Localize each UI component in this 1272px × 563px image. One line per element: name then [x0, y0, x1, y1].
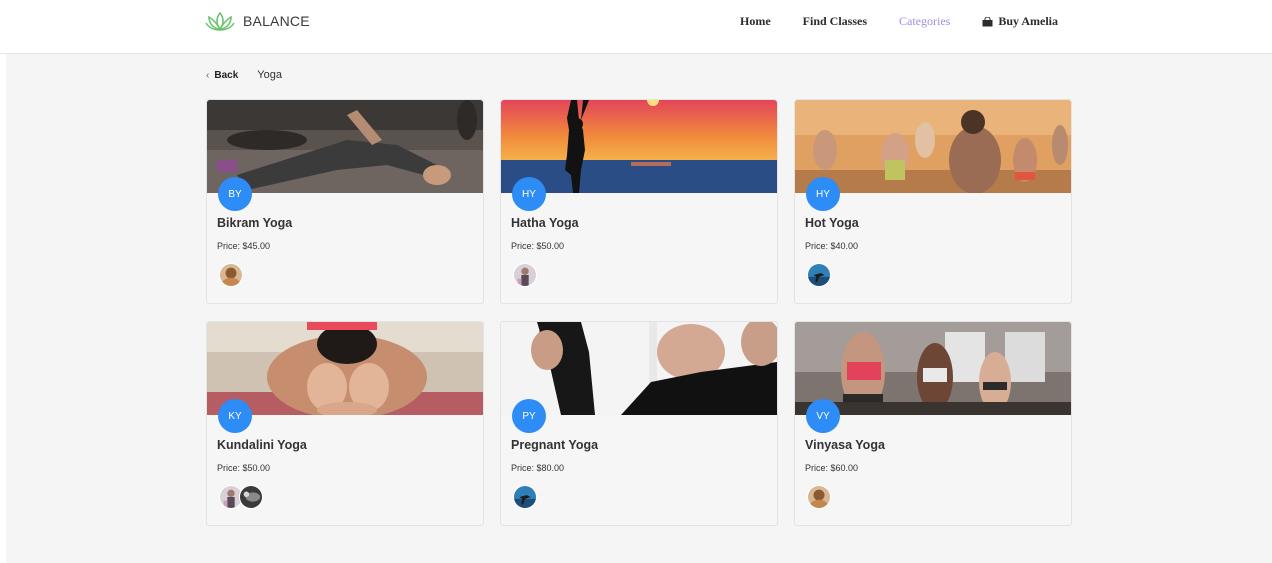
service-image [795, 100, 1071, 193]
initials-badge: PY [512, 399, 546, 433]
initials-badge: KY [218, 399, 252, 433]
service-image [207, 100, 483, 193]
service-name: Pregnant Yoga [511, 438, 599, 452]
avatar[interactable] [807, 263, 831, 287]
service-price: Price: $40.00 [805, 241, 859, 251]
initials-badge: HY [806, 177, 840, 211]
service-name: Hot Yoga [805, 216, 859, 230]
employee-avatars [513, 485, 537, 509]
service-name: Hatha Yoga [511, 216, 579, 230]
main-nav: Home Find Classes Categories Buy Amelia [740, 14, 1058, 29]
lotus-logo-icon [205, 11, 235, 31]
nav-home[interactable]: Home [740, 14, 771, 29]
employee-avatars [219, 485, 263, 509]
employee-avatars [807, 263, 831, 287]
service-price: Price: $50.00 [217, 463, 271, 473]
avatar[interactable] [219, 263, 243, 287]
back-label: Back [214, 69, 239, 81]
service-card-vinyasa-yoga[interactable]: VY Vinyasa Yoga Price: $60.00 [794, 321, 1072, 526]
chevron-left-icon: ‹ [206, 69, 210, 81]
logo-text: BALANCE [243, 13, 310, 29]
nav-buy-amelia[interactable]: Buy Amelia [982, 14, 1058, 29]
back-link[interactable]: ‹ Back [206, 70, 238, 81]
initials-badge: BY [218, 177, 252, 211]
service-image [207, 322, 483, 415]
initials-badge: HY [512, 177, 546, 211]
avatar[interactable] [807, 485, 831, 509]
employee-avatars [513, 263, 537, 287]
shopping-bag-icon [982, 16, 993, 27]
service-price: Price: $45.00 [217, 241, 271, 251]
service-card-hatha-yoga[interactable]: HY Hatha Yoga Price: $50.00 [500, 99, 778, 304]
service-name: Kundalini Yoga [217, 438, 307, 452]
page-title: Yoga [257, 69, 282, 81]
service-card-kundalini-yoga[interactable]: KY Kundalini Yoga Price: $50.00 [206, 321, 484, 526]
logo[interactable]: BALANCE [205, 10, 310, 32]
breadcrumb: ‹ Back Yoga [206, 69, 282, 81]
employee-avatars [807, 485, 831, 509]
service-price: Price: $80.00 [511, 463, 565, 473]
nav-categories[interactable]: Categories [899, 14, 950, 29]
service-name: Bikram Yoga [217, 216, 293, 230]
service-image [501, 100, 777, 193]
service-card-hot-yoga[interactable]: HY Hot Yoga Price: $40.00 [794, 99, 1072, 304]
top-header: BALANCE Home Find Classes Categories Buy… [0, 0, 1272, 54]
service-card-bikram-yoga[interactable]: BY Bikram Yoga Price: $45.00 [206, 99, 484, 304]
avatar[interactable] [513, 485, 537, 509]
avatar[interactable] [513, 263, 537, 287]
nav-find-classes[interactable]: Find Classes [803, 14, 867, 29]
service-name: Vinyasa Yoga [805, 438, 885, 452]
avatar[interactable] [239, 485, 263, 509]
service-image [795, 322, 1071, 415]
employee-avatars [219, 263, 243, 287]
service-price: Price: $50.00 [511, 241, 565, 251]
service-card-pregnant-yoga[interactable]: PY Pregnant Yoga Price: $80.00 [500, 321, 778, 526]
service-price: Price: $60.00 [805, 463, 859, 473]
initials-badge: VY [806, 399, 840, 433]
nav-buy-label: Buy Amelia [998, 14, 1059, 28]
service-image [501, 322, 777, 415]
